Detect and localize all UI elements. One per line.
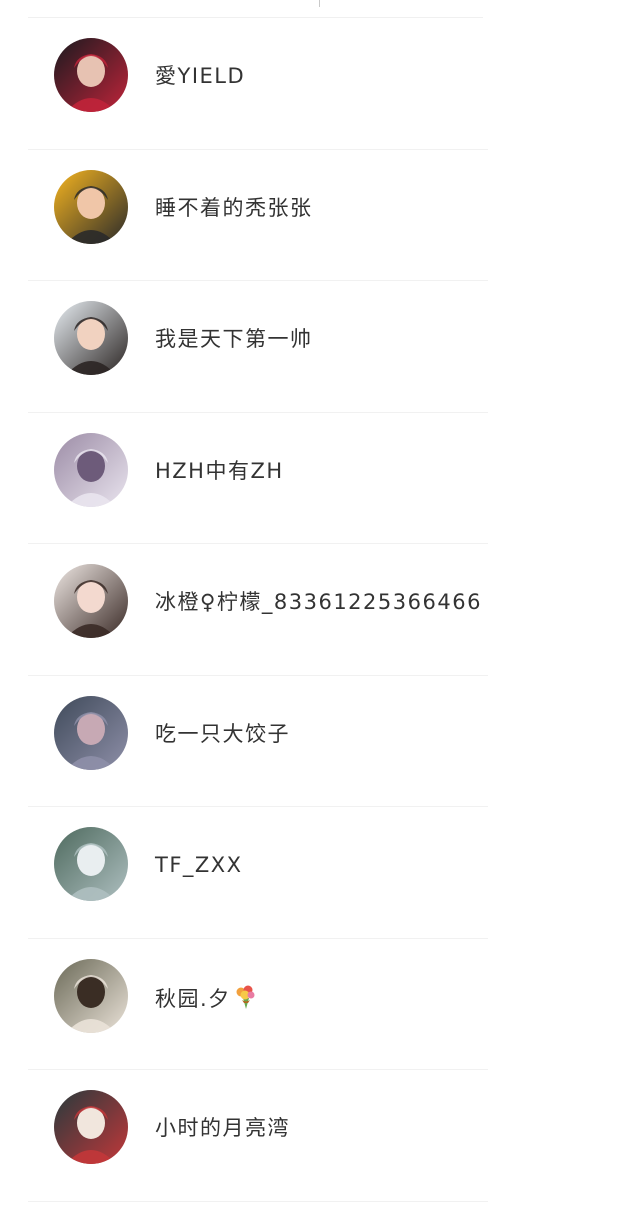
contact-row[interactable]: 睡不着的秃张张 — [0, 150, 640, 281]
contact-row[interactable]: TF_ZXX — [0, 807, 640, 939]
contact-row[interactable]: 秋园.夕 — [0, 939, 640, 1070]
contact-name[interactable]: 冰橙♀柠檬_83361225366466 — [155, 589, 482, 615]
contact-name-text: 吃一只大饺子 — [155, 721, 290, 746]
contact-row[interactable]: 吃一只大饺子 — [0, 676, 640, 807]
contact-row[interactable]: 愛YIELD — [0, 18, 640, 150]
avatar-red-hair-girl[interactable] — [54, 1090, 128, 1164]
contact-name[interactable]: 吃一只大饺子 — [155, 721, 290, 747]
contact-name-text: TF_ZXX — [155, 853, 243, 877]
contact-name[interactable]: HZH中有ZH — [155, 458, 284, 484]
contact-name-text: 秋园.夕 — [155, 986, 231, 1011]
contact-name[interactable]: 秋园.夕 — [155, 984, 257, 1016]
avatar-trees-figure[interactable] — [54, 827, 128, 901]
contact-row[interactable]: 小时的月亮湾 — [0, 1070, 640, 1202]
avatar-boy-light-bg[interactable] — [54, 301, 128, 375]
contact-row[interactable]: HZH中有ZH — [0, 413, 640, 544]
avatar-boy-yellow-hood[interactable] — [54, 169, 128, 244]
scroll-indicator — [319, 0, 320, 7]
contact-name-text: 冰橙♀柠檬_83361225366466 — [155, 590, 482, 614]
avatar-boy-cap[interactable] — [54, 432, 128, 507]
avatar-starry-sky[interactable] — [54, 695, 128, 770]
contact-name[interactable]: TF_ZXX — [155, 852, 243, 878]
contact-name[interactable]: 睡不着的秃张张 — [155, 195, 313, 221]
contact-row[interactable]: 冰橙♀柠檬_83361225366466 — [0, 544, 640, 676]
contact-row[interactable]: 我是天下第一帅 — [0, 281, 640, 413]
contact-name-text: 小时的月亮湾 — [155, 1116, 290, 1140]
avatar-woman-red-dress[interactable] — [54, 38, 128, 112]
list-top-edge — [0, 0, 640, 18]
bouquet-icon — [233, 984, 257, 1016]
avatar-girl-light[interactable] — [54, 564, 128, 638]
contact-name-text: 睡不着的秃张张 — [155, 195, 313, 220]
avatar-girl-outdoor[interactable] — [54, 958, 128, 1033]
contact-name-text: HZH中有ZH — [155, 458, 284, 483]
contact-name-text: 愛YIELD — [155, 64, 246, 88]
contact-name[interactable]: 小时的月亮湾 — [155, 1115, 290, 1141]
contact-name-text: 我是天下第一帅 — [155, 327, 313, 351]
contact-name[interactable]: 愛YIELD — [155, 63, 245, 89]
divider — [28, 1200, 488, 1202]
contact-list: 愛YIELD 睡不着的秃张张 我是天下第一帅 HZH中有ZH 冰橙♀柠檬_8336122… — [0, 18, 640, 1202]
contact-name[interactable]: 我是天下第一帅 — [155, 326, 313, 352]
